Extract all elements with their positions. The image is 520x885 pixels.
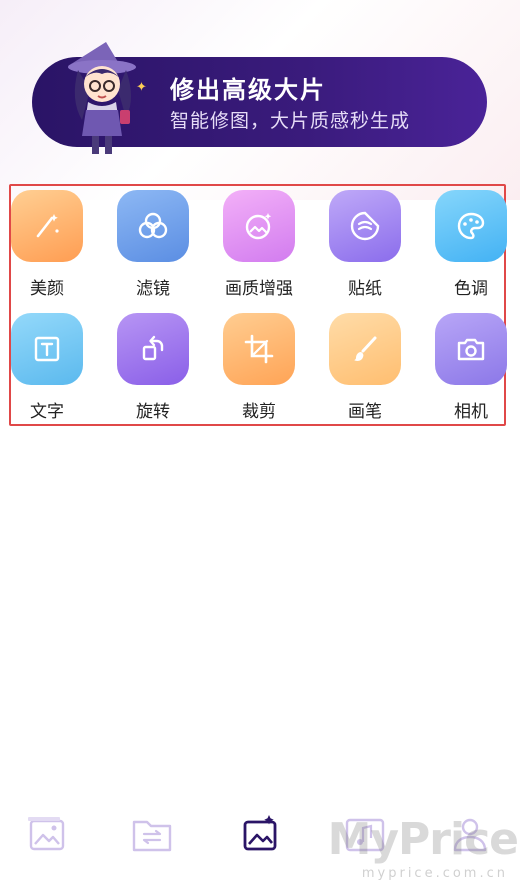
tool-label: 旋转 <box>136 402 170 422</box>
camera-icon <box>457 338 485 361</box>
tool-camera[interactable]: 相机 <box>418 313 520 422</box>
edit-image-icon[interactable] <box>238 812 282 856</box>
sticker-icon <box>350 211 380 241</box>
banner-title: 修出高级大片 <box>170 76 326 104</box>
sparkle-icon: ✦ <box>136 80 147 95</box>
tool-tile <box>435 190 507 262</box>
tool-tile <box>117 313 189 385</box>
filter-circles-icon <box>138 212 168 239</box>
tool-label: 相机 <box>454 402 488 422</box>
tool-tile <box>223 190 295 262</box>
banner-subtitle: 智能修图，大片质感秒生成 <box>170 110 411 132</box>
tool-crop[interactable]: 裁剪 <box>206 313 312 422</box>
brush-icon <box>354 336 377 361</box>
tool-tone[interactable]: 色调 <box>418 190 520 299</box>
tool-sticker[interactable]: 贴纸 <box>312 190 418 299</box>
gallery-icon[interactable] <box>26 812 70 856</box>
tool-tile <box>435 313 507 385</box>
tool-beauty[interactable]: 美颜 <box>0 190 100 299</box>
witch-mascot-icon <box>68 42 136 154</box>
watermark-brand: MyPrice <box>327 814 519 865</box>
tool-filter[interactable]: 滤镜 <box>100 190 206 299</box>
palette-icon <box>457 212 485 240</box>
tool-label: 画质增强 <box>225 279 293 299</box>
text-icon <box>34 336 60 362</box>
tool-tile <box>11 190 83 262</box>
tool-label: 贴纸 <box>348 279 382 299</box>
tool-label: 文字 <box>30 402 64 422</box>
folder-transfer-icon[interactable] <box>130 812 174 856</box>
tool-label: 美颜 <box>30 279 64 299</box>
tool-tile <box>329 190 401 262</box>
tool-tile <box>11 313 83 385</box>
tool-rotate[interactable]: 旋转 <box>100 313 206 422</box>
magic-wand-icon <box>36 214 59 238</box>
tool-tile <box>117 190 189 262</box>
tool-label: 画笔 <box>348 402 382 422</box>
watermark-domain: myprice.com.cn <box>361 866 508 881</box>
tool-tile <box>223 313 295 385</box>
tool-enhance[interactable]: 画质增强 <box>206 190 312 299</box>
tool-label: 滤镜 <box>136 279 170 299</box>
rotate-icon <box>142 335 164 361</box>
crop-icon <box>244 334 274 364</box>
tool-label: 色调 <box>454 279 488 299</box>
bottom-nav: MyPrice myprice.com.cn <box>0 790 520 885</box>
tool-tile <box>329 313 401 385</box>
image-enhance-icon <box>245 213 272 240</box>
tool-brush[interactable]: 画笔 <box>312 313 418 422</box>
tool-label: 裁剪 <box>242 402 276 422</box>
tool-text[interactable]: 文字 <box>0 313 100 422</box>
